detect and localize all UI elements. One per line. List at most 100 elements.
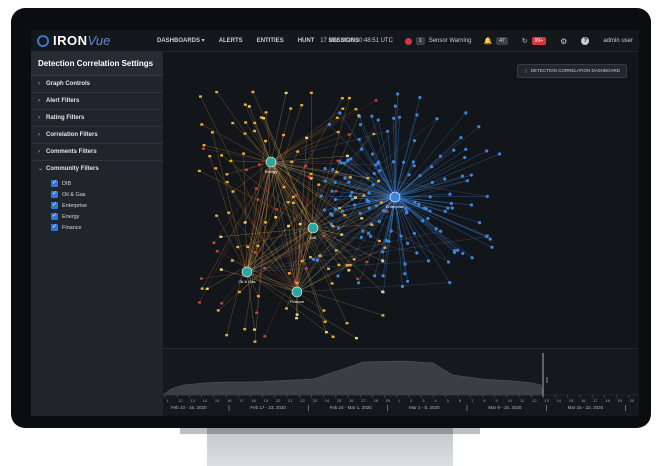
refresh-icon[interactable]: ↻	[522, 37, 528, 45]
timeline-tick-label: 7	[471, 398, 474, 403]
network-node	[485, 149, 489, 153]
bell-icon[interactable]: 🔔	[484, 37, 493, 45]
timeline-tick-label: 19	[264, 398, 269, 403]
ironvue-logo[interactable]: IRON Vue	[37, 33, 157, 48]
network-node	[415, 251, 419, 255]
network-node	[216, 309, 220, 312]
network-edge	[201, 124, 272, 163]
checkbox-checked-icon[interactable]: ✓	[51, 191, 58, 198]
network-node	[202, 143, 206, 147]
timeline-tick-label: 23	[312, 398, 317, 403]
network-node	[311, 257, 316, 261]
network-node	[465, 179, 469, 183]
network-node	[335, 170, 339, 174]
filter-graph-controls[interactable]: › Graph Controls	[31, 76, 163, 93]
logo-vue-text: Vue	[87, 33, 111, 48]
network-node	[263, 335, 267, 338]
network-node	[349, 157, 353, 161]
timeline-tick-label: 28	[373, 398, 378, 403]
network-node	[370, 152, 375, 156]
checkbox-checked-icon[interactable]: ✓	[51, 213, 58, 220]
filter-label: Rating Filters	[46, 115, 85, 121]
network-node	[323, 320, 327, 323]
chevron-right-icon: ›	[38, 98, 40, 104]
network-edge	[371, 116, 396, 198]
detection-correlation-dashboard-button[interactable]: ▯ DETECTION CORRELATION DASHBOARD	[517, 64, 627, 78]
network-node	[428, 209, 432, 213]
filter-alert-filters[interactable]: › Alert Filters	[31, 93, 163, 110]
network-edge	[217, 251, 298, 293]
app-screen: IRON Vue DASHBOARDS ▾ ALERTS ENTITIES HU…	[31, 30, 639, 416]
checkbox-checked-icon[interactable]: ✓	[51, 224, 58, 231]
network-node	[377, 169, 382, 173]
network-edge	[296, 265, 348, 293]
checkbox-checked-icon[interactable]: ✓	[51, 180, 58, 187]
network-node	[215, 214, 219, 217]
timeline-tick-label: 15	[569, 398, 574, 403]
network-node	[340, 233, 344, 236]
checkbox-checked-icon[interactable]: ✓	[51, 202, 58, 209]
community-energy[interactable]: ✓ Energy	[51, 211, 163, 222]
network-node	[477, 221, 482, 225]
network-node	[380, 201, 384, 204]
network-node	[231, 190, 235, 193]
community-dib[interactable]: ✓ DIB	[51, 178, 163, 189]
community-finance[interactable]: ✓ Finance	[51, 222, 163, 233]
nav-hunt[interactable]: HUNT	[298, 38, 315, 44]
network-node	[331, 167, 335, 172]
network-node	[450, 206, 454, 210]
network-node	[201, 147, 205, 150]
network-node	[413, 200, 417, 204]
network-edge	[246, 271, 384, 316]
network-edge	[394, 196, 450, 283]
community-label: Energy	[62, 213, 80, 220]
nav-alerts[interactable]: ALERTS	[219, 38, 243, 44]
community-enterprise[interactable]: ✓ Enterprise	[51, 200, 163, 211]
timeline-tick-label: 26	[349, 398, 354, 403]
network-node	[208, 154, 212, 158]
network-node	[330, 189, 334, 193]
correlation-graph[interactable]: Energy Enterprise DIB Oil & Gas Finance ▯ DET…	[163, 52, 639, 348]
network-node	[300, 103, 304, 107]
sensor-warning-label: Sensor Warning	[428, 38, 472, 44]
network-node	[366, 231, 371, 235]
timeline-range-label: Feb 17 - 23, 2020	[250, 405, 286, 410]
network-node	[412, 139, 417, 143]
filter-comments-filters[interactable]: › Comments Filters	[31, 144, 163, 161]
network-node	[337, 263, 341, 267]
timeline-tick-label: 13	[190, 398, 195, 403]
network-node	[381, 260, 385, 263]
gear-icon[interactable]: ⚙	[560, 37, 567, 46]
correlation-network-svg[interactable]: Energy Enterprise DIB Oil & Gas Finance	[163, 52, 639, 348]
user-menu[interactable]: admin user	[603, 38, 633, 44]
filter-community-filters[interactable]: ⌄ Community Filters	[31, 161, 163, 178]
nav-dashboards[interactable]: DASHBOARDS ▾	[157, 37, 205, 44]
help-icon[interactable]: ?	[581, 37, 590, 45]
community-oil-gas[interactable]: ✓ Oil & Gas	[51, 189, 163, 200]
network-node	[256, 244, 260, 248]
network-node	[237, 290, 241, 294]
network-node	[356, 277, 360, 280]
nav-entities[interactable]: ENTITIES	[257, 38, 284, 44]
network-node	[205, 287, 209, 291]
timeline-panel[interactable]: 1 12 13 14 15 16 17 18 19 20 21 22 23 24 25 26 27 28 29 1 2 3…	[162, 348, 639, 416]
timeline-tick-label: 15	[215, 398, 220, 403]
network-node	[381, 274, 385, 278]
refresh-count-badge[interactable]: 99+	[531, 37, 547, 45]
network-node	[488, 237, 492, 241]
network-node	[264, 139, 268, 143]
network-node	[322, 234, 326, 238]
filter-rating-filters[interactable]: › Rating Filters	[31, 110, 163, 127]
alerts-count-badge[interactable]: 47	[496, 37, 508, 45]
timeline-histogram[interactable]: 1 12 13 14 15 16 17 18 19 20 21 22 23 24 25 26 27 28 29 1 2 3…	[162, 349, 639, 416]
filter-correlation-filters[interactable]: › Correlation Filters	[31, 127, 163, 144]
timeline-tick-label: 18	[251, 398, 256, 403]
network-node	[220, 154, 224, 157]
network-node	[354, 107, 358, 111]
network-node	[385, 210, 389, 213]
sensor-warning[interactable]: 1 Sensor Warning	[404, 37, 472, 45]
filter-label: Graph Controls	[46, 81, 91, 87]
timeline-tick-label: 14	[203, 398, 208, 403]
network-node	[460, 174, 464, 178]
network-node	[309, 172, 313, 176]
